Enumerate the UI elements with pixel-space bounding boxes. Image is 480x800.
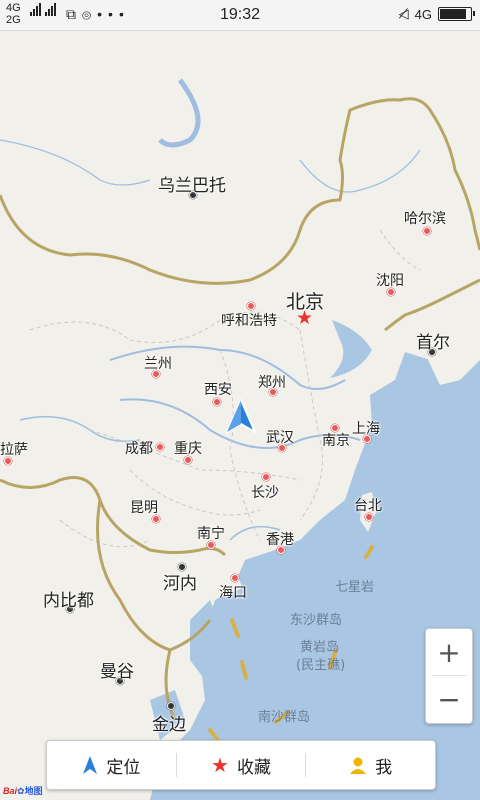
bottom-toolbar: 定位 ★ 收藏 我 — [46, 740, 436, 790]
zoom-controls: + − — [425, 628, 473, 724]
user-icon — [350, 757, 367, 774]
city-name: 重庆 — [174, 441, 202, 457]
city-dot[interactable] — [423, 227, 431, 235]
map-view[interactable]: 乌兰巴托 哈尔滨 沈阳 ★ 北京 呼和浩特 首尔 兰州 西安 郑州 拉萨 成都 — [0, 31, 480, 800]
zoom-out-button[interactable]: − — [426, 676, 472, 722]
favorites-button[interactable]: ★ 收藏 — [177, 741, 306, 789]
city-name: 南京 — [322, 433, 350, 449]
city-name: 兰州 — [144, 356, 172, 372]
baidu-logo-suffix: 地图 — [24, 786, 43, 796]
city-name: 郑州 — [258, 375, 286, 391]
baidu-logo: Bai✿地图 — [3, 784, 43, 797]
city-name: 西安 — [204, 382, 232, 398]
sea-label-dongsha: 东沙群岛 — [290, 613, 343, 628]
sea-label-nansha: 南沙群岛 — [258, 710, 311, 725]
city-name: 武汉 — [266, 430, 294, 446]
city-name: 内比都 — [43, 591, 94, 611]
city-name: 台北 — [354, 498, 382, 514]
locate-label: 定位 — [106, 757, 141, 778]
me-label: 我 — [375, 757, 393, 778]
city-name: 金边 — [152, 715, 186, 735]
zoom-in-button[interactable]: + — [426, 629, 472, 675]
city-name: 曼谷 — [100, 662, 134, 682]
city-name: 沈阳 — [376, 273, 404, 289]
city-dot[interactable] — [231, 574, 239, 582]
city-name: 河内 — [163, 574, 197, 594]
sea-label-minzhujiao: (民主礁) — [296, 658, 346, 673]
city-dot[interactable] — [167, 702, 175, 710]
city-name: 成都 — [125, 441, 153, 457]
city-name: 昆明 — [130, 500, 158, 516]
city-name: 南宁 — [197, 526, 225, 542]
battery-icon — [438, 7, 475, 21]
city-dot[interactable] — [262, 473, 270, 481]
status-right: ◁̸ 4G — [398, 6, 475, 22]
city-name: 长沙 — [251, 485, 279, 501]
locate-button[interactable]: 定位 — [47, 741, 176, 789]
sea-label-qixingyan: 七星岩 — [335, 580, 375, 595]
city-name: 香港 — [266, 532, 294, 548]
right-network-label: 4G — [414, 6, 432, 22]
sea-label-huangyan: 黄岩岛 — [300, 640, 340, 655]
star-icon: ★ — [211, 753, 229, 777]
city-name: 呼和浩特 — [221, 313, 277, 329]
paw-icon: ✿ — [17, 786, 25, 796]
city-dot[interactable] — [213, 398, 221, 406]
mute-icon: ◁̸ — [398, 6, 409, 21]
location-arrow-icon — [226, 399, 256, 433]
me-button[interactable]: 我 — [306, 741, 435, 789]
city-name: 乌兰巴托 — [158, 176, 226, 196]
city-name: 哈尔滨 — [404, 211, 446, 227]
baidu-logo-part1: Bai — [3, 786, 18, 796]
city-name: 北京 — [286, 291, 325, 313]
battery-level — [440, 9, 467, 19]
city-name: 海口 — [219, 585, 247, 601]
city-dot[interactable] — [247, 302, 255, 310]
city-name: 上海 — [352, 421, 380, 437]
city-name: 拉萨 — [0, 442, 28, 458]
favorites-label: 收藏 — [236, 757, 271, 778]
status-bar: 4G 2G ⧉⦾••• 19:32 ◁̸ 4G — [0, 0, 480, 31]
city-name: 首尔 — [416, 333, 450, 353]
city-dot[interactable] — [156, 443, 164, 451]
navigation-arrow-icon — [83, 756, 98, 774]
